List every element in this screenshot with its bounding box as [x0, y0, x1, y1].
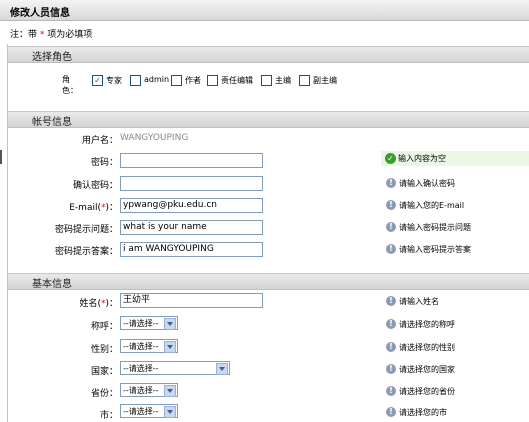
section-title: 基本信息 — [32, 279, 72, 290]
required-note: 注：带 * 项为必填项 — [10, 27, 92, 40]
hint-text: 请输入姓名 — [399, 297, 439, 306]
hint-text: 请选择您的称呼 — [399, 320, 455, 329]
info-icon: ! — [386, 342, 396, 352]
hint-text: 请输入密码提示答案 — [399, 245, 471, 254]
email-field[interactable]: ypwang@pku.edu.cn — [120, 198, 263, 213]
role-option-label: 主编 — [275, 76, 291, 85]
select-value: --请选择-- — [123, 342, 159, 351]
checkbox-admin[interactable] — [130, 75, 141, 86]
checkbox-expert[interactable]: ✓ — [92, 75, 103, 86]
answer-label: 密码提示答案： — [54, 247, 118, 257]
chevron-down-icon[interactable] — [164, 406, 176, 418]
info-icon: ! — [386, 407, 396, 417]
select-value: --请选择-- — [123, 386, 159, 395]
province-label: 省份： — [90, 389, 118, 399]
password-answer-field[interactable]: i am WANGYOUPING — [120, 242, 263, 257]
checkbox-deputy-editor[interactable] — [299, 75, 310, 86]
question-label: 密码提示问题： — [54, 225, 118, 235]
section-title: 帐号信息 — [32, 117, 72, 128]
chevron-down-icon[interactable] — [164, 385, 176, 397]
password-hint: 输入内容为空 — [398, 154, 446, 163]
name-label: 姓名(*)： — [79, 296, 118, 309]
role-option-label: 责任编辑 — [221, 76, 253, 85]
name-field[interactable]: 王幼平 — [120, 293, 263, 308]
section-role-header: 选择角色 — [8, 46, 529, 63]
note-suffix: 项为必填项 — [47, 30, 93, 40]
section-title: 选择角色 — [32, 52, 72, 63]
hint-text: 请选择您的性别 — [399, 343, 455, 352]
hint-text: 请输入您的E-mail — [399, 201, 465, 210]
role-option-label: 副主编 — [313, 76, 337, 85]
city-label: 市： — [99, 411, 118, 421]
section-basic-header: 基本信息 — [8, 273, 529, 290]
checkbox-editor[interactable] — [207, 75, 218, 86]
info-icon: ! — [386, 222, 396, 232]
hint-text: 请选择您的国家 — [399, 365, 455, 374]
info-icon: ! — [386, 296, 396, 306]
role-label: 角色： — [62, 75, 78, 95]
checkbox-chief-editor[interactable] — [261, 75, 272, 86]
password-label: 密码： — [90, 158, 118, 168]
checkbox-author[interactable] — [171, 75, 182, 86]
note-prefix: 注：带 — [10, 30, 38, 40]
page-title: 修改人员信息 — [10, 8, 70, 19]
select-value: --请选择-- — [123, 364, 159, 373]
info-icon: ! — [386, 386, 396, 396]
confirm-password-label: 确认密码： — [72, 181, 118, 191]
title-bar: 修改人员信息 — [0, 0, 529, 21]
select-value: --请选择-- — [123, 407, 159, 416]
name-label-tail: )： — [105, 299, 118, 309]
username-label: 用户名： — [81, 136, 118, 146]
gender-label: 性别： — [90, 345, 118, 355]
username-value: WANGYOUPING — [120, 133, 189, 143]
info-icon: ! — [386, 178, 396, 188]
salutation-select[interactable]: --请选择-- — [120, 316, 178, 330]
gender-select[interactable]: --请选择-- — [120, 339, 178, 353]
required-star: * — [39, 30, 45, 40]
role-option-label: 作者 — [185, 76, 201, 85]
confirm-password-field[interactable] — [120, 176, 263, 191]
country-label: 国家： — [90, 367, 118, 377]
email-label-tail: )： — [105, 203, 118, 213]
info-icon: ! — [386, 364, 396, 374]
hint-text: 请输入确认密码 — [399, 179, 455, 188]
password-field[interactable] — [120, 153, 263, 168]
hint-text: 请选择您的省份 — [399, 387, 455, 396]
window-edge — [0, 150, 2, 164]
chevron-down-icon[interactable] — [164, 341, 176, 353]
email-label: E-mail(*)： — [69, 200, 118, 213]
info-icon: ! — [386, 319, 396, 329]
password-question-field[interactable]: what is your name — [120, 220, 263, 235]
name-label-text: 姓名( — [79, 299, 101, 309]
check-circle-icon: ✓ — [385, 153, 396, 164]
email-label-text: E-mail( — [69, 203, 101, 213]
salutation-label: 称呼： — [90, 322, 118, 332]
section-account-header: 帐号信息 — [8, 111, 529, 128]
hint-text: 请输入密码提示问题 — [399, 223, 471, 232]
info-icon: ! — [386, 244, 396, 254]
role-option-label: 专家 — [106, 76, 122, 85]
info-icon: ! — [386, 200, 396, 210]
password-hint-row: ✓ 输入内容为空 — [381, 151, 529, 166]
chevron-down-icon[interactable] — [216, 363, 228, 375]
province-select[interactable]: --请选择-- — [120, 383, 178, 397]
chevron-down-icon[interactable] — [164, 318, 176, 330]
hint-text: 请选择您的市 — [399, 408, 447, 417]
select-value: --请选择-- — [123, 319, 159, 328]
country-select[interactable]: --请选择-- — [120, 361, 230, 375]
city-select[interactable]: --请选择-- — [120, 404, 178, 418]
role-option-label: admin — [144, 75, 170, 84]
